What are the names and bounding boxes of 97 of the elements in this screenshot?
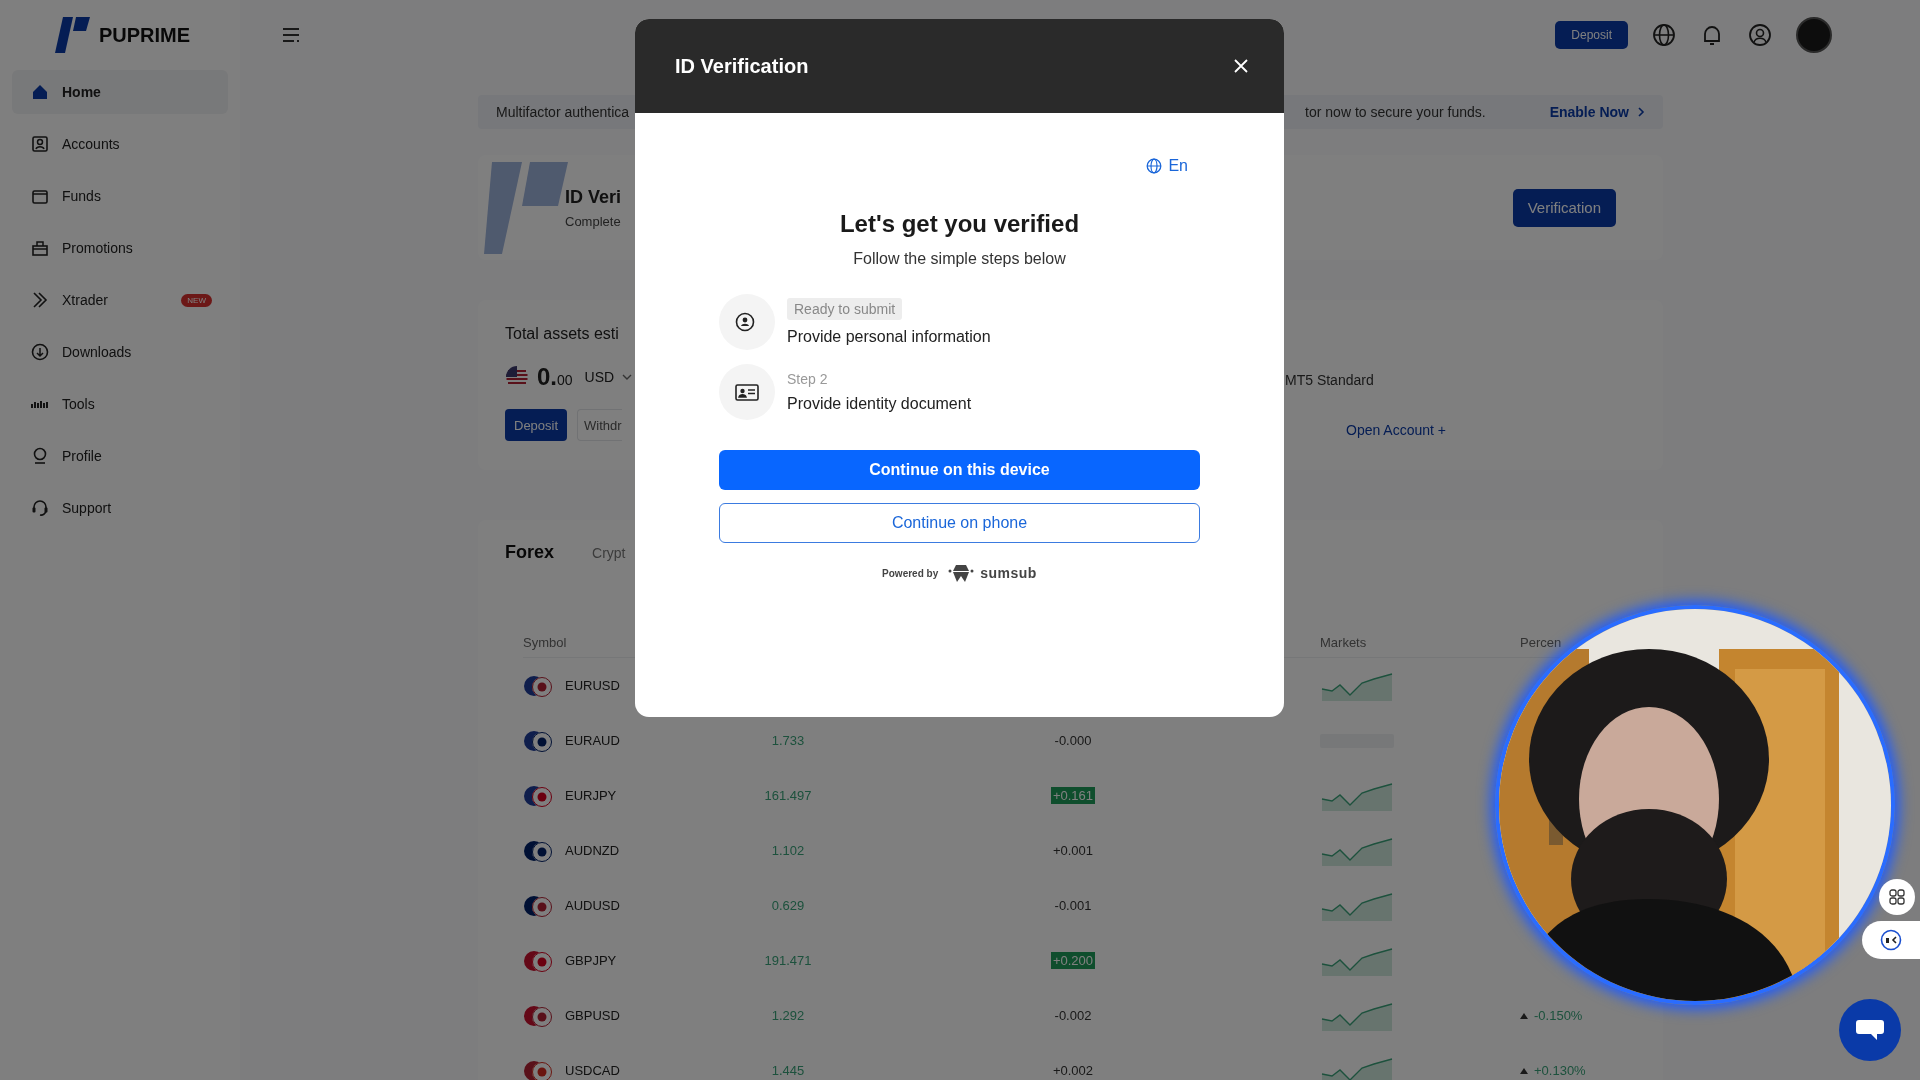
price-text: 0.629 <box>771 898 805 913</box>
card-title: ID Veri <box>565 186 622 208</box>
currency-label: USD <box>584 369 615 385</box>
nav-item[interactable]: Funds <box>12 174 228 218</box>
column-header: Symbol <box>523 634 567 650</box>
percent-text: +0.130% <box>1534 1063 1586 1078</box>
open-account-link[interactable]: Open Account + <box>1346 422 1663 438</box>
enable-now-link[interactable]: Enable Now <box>1549 104 1645 120</box>
currency-pair-flag-icon <box>523 1004 553 1027</box>
change-text: +0.001 <box>1051 842 1095 859</box>
currency-pair-flag-icon <box>523 674 553 697</box>
robot-icon <box>948 563 975 583</box>
withdraw-button[interactable]: Withdr <box>577 409 622 441</box>
verification-button[interactable]: Verification <box>1512 188 1616 227</box>
continue-phone-button[interactable]: Continue on phone <box>719 503 1200 543</box>
currency-pair-flag-icon <box>523 784 553 807</box>
assets-title: Total assets esti <box>505 325 620 343</box>
status-badge: Ready to submit <box>787 298 903 320</box>
account-type: MT5 Standard <box>1285 372 1375 388</box>
provider-name: sumsub <box>980 565 1037 581</box>
id-card-icon <box>735 382 759 402</box>
banner-text: tor now to secure your funds. <box>1305 104 1486 120</box>
symbol-text: GBPJPY <box>565 953 617 968</box>
chevron-down-icon[interactable] <box>622 373 633 381</box>
globe-icon <box>1146 158 1163 174</box>
nav-item[interactable]: Xtrader NEW <box>12 278 228 322</box>
currency-pair-flag-icon <box>523 839 553 862</box>
home-icon <box>30 82 50 102</box>
continue-device-button[interactable]: Continue on this device <box>719 450 1200 490</box>
nav-item[interactable]: Home <box>12 70 228 114</box>
change-text: -0.002 <box>1053 1007 1093 1024</box>
symbol-text: USDCAD <box>565 1063 620 1078</box>
side-grid-button[interactable] <box>1879 879 1915 915</box>
price-text: 1.445 <box>771 1063 805 1078</box>
change-badge: +0.161 <box>1050 787 1096 804</box>
deposit-button[interactable]: Deposit <box>505 409 568 441</box>
price-text: 1.292 <box>771 1008 805 1023</box>
symbol-text: EURAUD <box>565 733 620 748</box>
up-triangle-icon <box>1520 1067 1528 1074</box>
deposit-button[interactable]: Deposit <box>1555 21 1628 49</box>
chevron-right-icon <box>1637 106 1645 118</box>
dialog-subtitle: Follow the simple steps below <box>852 250 1067 268</box>
close-icon[interactable] <box>1234 59 1248 73</box>
step-label: Step 2 <box>787 371 828 387</box>
new-badge: NEW <box>181 293 212 307</box>
chat-bubble-icon <box>1855 1018 1885 1042</box>
globe-icon[interactable] <box>1652 23 1676 47</box>
dialog-title: ID Verification <box>675 54 809 78</box>
nav-item[interactable]: Profile <box>12 434 228 478</box>
change-text: -0.001 <box>1053 897 1093 914</box>
percent-text: -0.150% <box>1534 1008 1583 1023</box>
symbol-text: EURJPY <box>565 788 617 803</box>
card-subtitle: Complete <box>565 213 622 229</box>
gift-icon <box>30 238 50 258</box>
column-header: Markets <box>1320 634 1367 650</box>
symbol-text: AUDNZD <box>565 843 620 858</box>
nav-item[interactable]: Tools <box>12 382 228 426</box>
currency-pair-flag-icon <box>523 729 553 752</box>
nav-item[interactable]: Promotions <box>12 226 228 270</box>
market-tab[interactable]: Crypt <box>592 545 626 561</box>
symbol-text: EURUSD <box>565 678 620 693</box>
change-text: -0.000 <box>1053 732 1093 749</box>
currency-pair-flag-icon <box>523 949 553 972</box>
price-text: 1.102 <box>771 843 805 858</box>
step-title: Provide personal information <box>787 328 991 346</box>
menu-icon[interactable] <box>282 27 300 43</box>
symbol-text: GBPUSD <box>565 1008 620 1023</box>
face-circle-icon <box>1880 929 1902 951</box>
logo-icon <box>55 15 91 55</box>
market-tab[interactable]: Forex <box>505 542 555 563</box>
price-text: 161.497 <box>764 788 812 803</box>
step-title: Provide identity document <box>787 395 972 413</box>
change-text: +0.002 <box>1051 1062 1095 1079</box>
change-badge: +0.200 <box>1050 952 1096 969</box>
column-header: Percen <box>1520 634 1562 650</box>
download-icon <box>30 342 50 362</box>
dialog-heading: Let's get you verified <box>838 210 1081 238</box>
nav-item[interactable]: Downloads <box>12 330 228 374</box>
powered-by-text: Powered by <box>882 567 939 579</box>
currency-pair-flag-icon <box>523 894 553 917</box>
price-text: 191.471 <box>764 953 812 968</box>
banner-text: Multifactor authentica <box>496 104 630 120</box>
logo-text: PUPRIME <box>99 23 191 47</box>
price-text: 1.733 <box>771 733 805 748</box>
side-assistant-button[interactable] <box>1862 921 1920 959</box>
symbol-text: AUDUSD <box>565 898 620 913</box>
grid-icon <box>1889 889 1905 905</box>
double-chevron-icon <box>30 290 50 310</box>
nav-item[interactable]: Accounts <box>12 122 228 166</box>
nav-item[interactable]: Support <box>12 486 228 530</box>
account-icon <box>30 134 50 154</box>
language-selector[interactable]: En <box>1146 157 1188 175</box>
up-triangle-icon <box>1520 1012 1528 1019</box>
balance-amount: 0.00 <box>537 363 573 391</box>
headset-icon <box>30 498 50 518</box>
avatar-icon[interactable] <box>1796 17 1832 53</box>
user-icon[interactable] <box>1748 23 1772 47</box>
